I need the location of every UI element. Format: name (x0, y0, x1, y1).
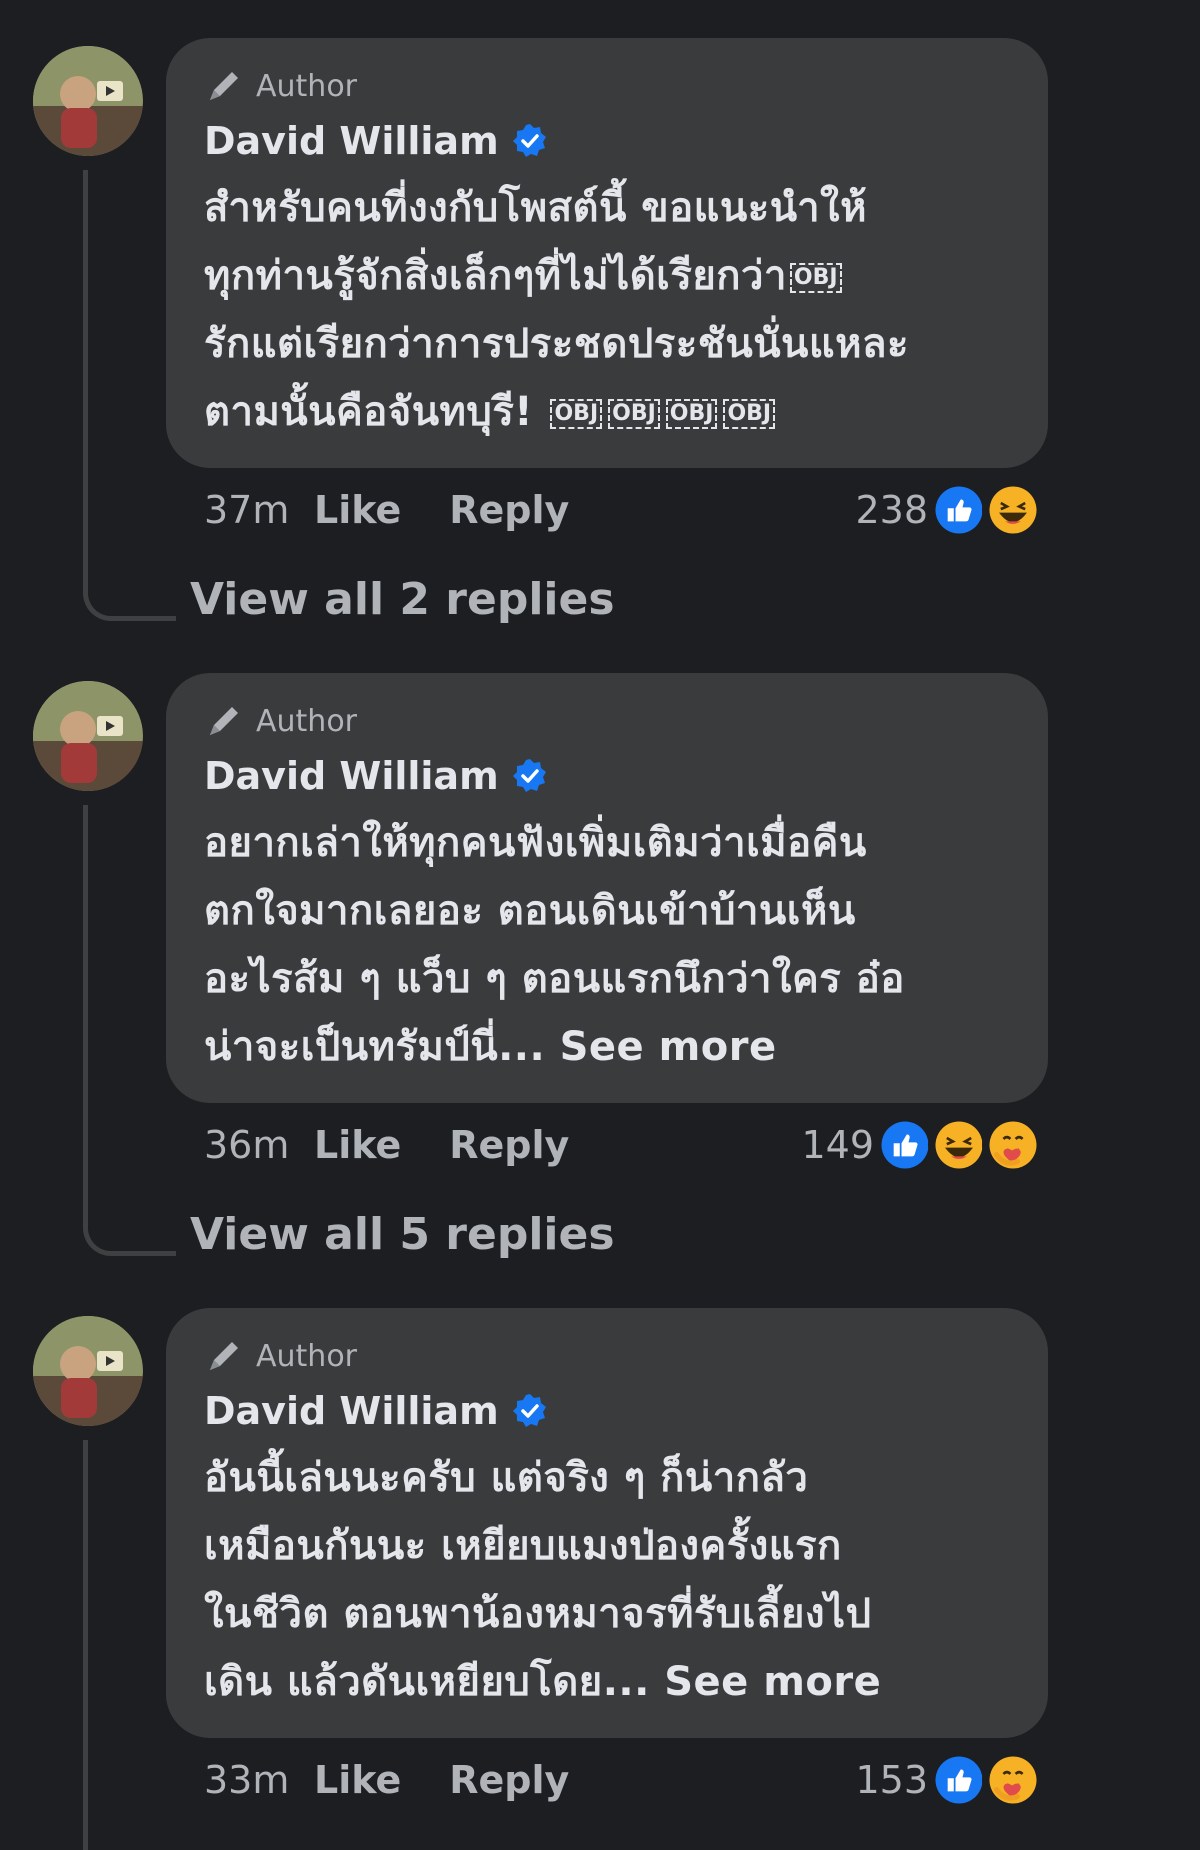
reaction-count: 153 (855, 1758, 928, 1802)
comment-bubble: Author David William สำหรับคนที่งงกับโพส… (166, 38, 1048, 468)
profile-photo-icon (33, 46, 143, 156)
author-badge-label: Author (256, 703, 358, 739)
reply-button[interactable]: Reply (449, 488, 569, 532)
author-badge: Author (204, 68, 1010, 104)
like-button[interactable]: Like (314, 488, 401, 532)
avatar[interactable] (33, 681, 143, 791)
reaction-summary[interactable]: 238 (855, 479, 1044, 541)
object-replacement-icon: OBJ (550, 399, 603, 429)
profile-photo-icon (33, 681, 143, 791)
author-badge-label: Author (256, 1338, 358, 1374)
pen-icon (210, 707, 238, 735)
haha-icon (982, 479, 1044, 541)
like-button[interactable]: Like (314, 1123, 401, 1167)
comment-bubble: Author David William อยากเล่าให้ทุกคนฟัง… (166, 673, 1048, 1103)
thread-connector (83, 1440, 176, 1850)
verified-badge-icon (512, 1394, 546, 1427)
like-icon (928, 479, 990, 541)
thread-connector (83, 805, 176, 1256)
pen-icon (210, 1342, 238, 1370)
object-replacement-icon: OBJ (608, 399, 660, 429)
care-icon (982, 1749, 1044, 1811)
avatar[interactable] (33, 46, 143, 156)
comment-actions: 33m Like Reply 153 (204, 1749, 1044, 1811)
reply-button[interactable]: Reply (449, 1123, 569, 1167)
like-icon (928, 1749, 990, 1811)
like-button[interactable]: Like (314, 1758, 401, 1802)
see-more-link[interactable]: See more (664, 1659, 881, 1705)
commenter-name[interactable]: David William (204, 119, 499, 163)
profile-photo-icon (33, 1316, 143, 1426)
verified-badge-icon (512, 124, 546, 157)
comment-timestamp[interactable]: 37m (204, 488, 314, 532)
author-badge: Author (204, 1338, 1010, 1374)
reaction-summary[interactable]: 149 (801, 1114, 1044, 1176)
haha-icon (928, 1114, 990, 1176)
comment-actions: 36m Like Reply 149 (204, 1114, 1044, 1176)
reaction-summary[interactable]: 153 (855, 1749, 1044, 1811)
pen-icon (210, 72, 238, 100)
avatar[interactable] (33, 1316, 143, 1426)
reply-button[interactable]: Reply (449, 1758, 569, 1802)
commenter-name[interactable]: David William (204, 754, 499, 798)
author-badge-label: Author (256, 68, 358, 104)
comment-actions: 37m Like Reply 238 (204, 479, 1044, 541)
care-icon (982, 1114, 1044, 1176)
reaction-count: 238 (855, 488, 928, 532)
comment-text: อันนี้เล่นนะครับ แต่จริง ๆ ก็น่ากลัว เหม… (204, 1455, 882, 1705)
comment-text: อยากเล่าให้ทุกคนฟังเพิ่มเติมว่าเมื่อคืน … (204, 820, 905, 1070)
object-replacement-icon: OBJ (665, 399, 718, 429)
comment-text: สำหรับคนที่งงกับโพสต์นี้ ขอแนะนำให้ ทุกท… (204, 185, 910, 435)
reaction-count: 149 (801, 1123, 874, 1167)
comment-timestamp[interactable]: 36m (204, 1123, 314, 1167)
object-replacement-icon: OBJ (723, 399, 776, 429)
view-replies-link[interactable]: View all 2 replies (190, 574, 615, 625)
view-replies-link[interactable]: View all 5 replies (190, 1209, 615, 1260)
see-more-link[interactable]: See more (560, 1024, 777, 1070)
like-icon (874, 1114, 936, 1176)
thread-connector (83, 170, 176, 621)
comment-timestamp[interactable]: 33m (204, 1758, 314, 1802)
comment-bubble: Author David William อันนี้เล่นนะครับ แต… (166, 1308, 1048, 1738)
object-replacement-icon: OBJ (789, 263, 842, 293)
commenter-name[interactable]: David William (204, 1389, 499, 1433)
author-badge: Author (204, 703, 1010, 739)
verified-badge-icon (512, 759, 546, 792)
